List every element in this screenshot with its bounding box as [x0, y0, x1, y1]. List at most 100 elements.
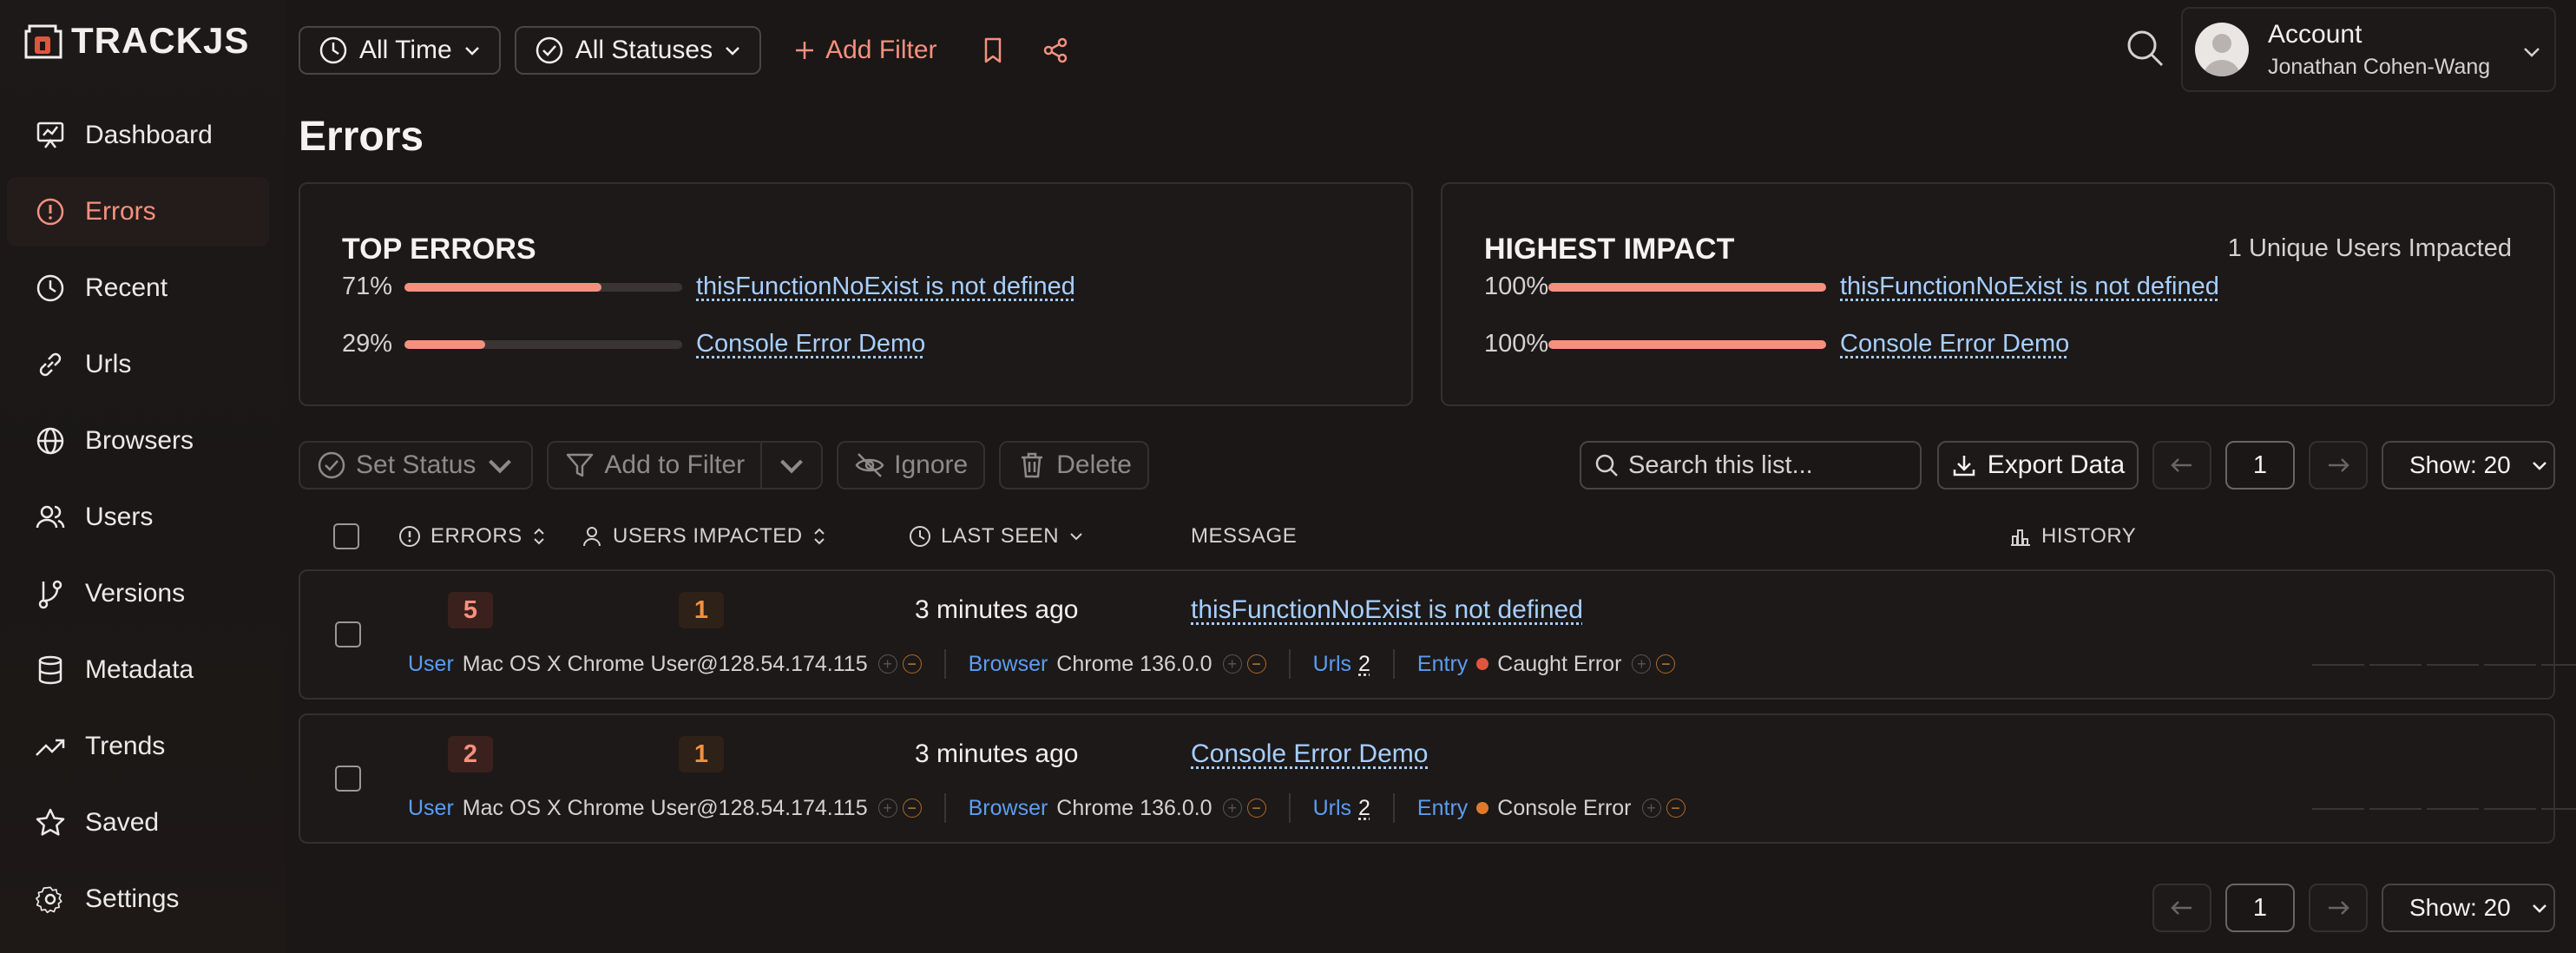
history-sparkline: [2312, 808, 2576, 810]
previous-page-button[interactable]: [2152, 441, 2211, 490]
filter-icon: [567, 453, 594, 477]
alert-circle-icon: [36, 198, 64, 226]
delete-button[interactable]: Delete: [999, 441, 1149, 490]
sort-icon: [533, 528, 544, 545]
next-page-button[interactable]: [2309, 441, 2368, 490]
table-row[interactable]: 2 1 3 minutes ago Console Error Demo Use…: [299, 713, 2576, 844]
exclude-filter-icon[interactable]: −: [1246, 654, 1266, 674]
sidebar-item-label: Versions: [85, 579, 186, 608]
page-number-input[interactable]: 1: [2225, 441, 2295, 490]
highest-impact-card: HIGHEST IMPACT 1 Unique Users Impacted 1…: [1441, 182, 2555, 406]
bulk-action-toolbar: Set Status Add to Filter Ignore Delete: [299, 441, 1149, 490]
include-filter-icon[interactable]: +: [1641, 799, 1661, 818]
bookmark-button[interactable]: [969, 26, 1017, 75]
row-checkbox[interactable]: [335, 766, 361, 792]
browser-key[interactable]: Browser: [969, 652, 1048, 677]
sidebar-item-recent[interactable]: Recent: [7, 253, 269, 323]
error-metadata: User Mac OS X Chrome User@128.54.174.115…: [408, 793, 1686, 823]
trackjs-logo[interactable]: TRACKJS: [21, 19, 249, 62]
urls-count[interactable]: 2: [1358, 796, 1370, 821]
previous-page-button[interactable]: [2152, 884, 2211, 932]
user-icon: [583, 527, 601, 547]
global-search-button[interactable]: [2123, 26, 2168, 71]
page-size-select[interactable]: Show: 20: [2382, 441, 2555, 490]
account-menu[interactable]: Account Jonathan Cohen-Wang: [2181, 7, 2556, 92]
add-to-filter-button[interactable]: Add to Filter: [547, 441, 763, 490]
urls-count[interactable]: 2: [1358, 652, 1370, 677]
page-number-input[interactable]: 1: [2225, 884, 2295, 932]
sidebar-item-trends[interactable]: Trends: [7, 712, 269, 781]
next-page-button[interactable]: [2309, 884, 2368, 932]
impact-bar-fill: [1548, 339, 1826, 349]
top-error-bar: [404, 282, 682, 292]
urls-key[interactable]: Urls: [1313, 652, 1351, 677]
time-filter-dropdown[interactable]: All Time: [299, 26, 501, 75]
add-filter-button[interactable]: Add Filter: [775, 36, 954, 65]
status-filter-label: All Statuses: [575, 36, 713, 64]
sidebar-item-saved[interactable]: Saved: [7, 788, 269, 858]
last-seen-header-label: LAST SEEN: [941, 524, 1060, 548]
user-avatar-icon: [2204, 34, 2240, 76]
browser-key[interactable]: Browser: [969, 796, 1048, 821]
row-checkbox[interactable]: [335, 621, 361, 647]
sort-last-seen-header[interactable]: LAST SEEN: [908, 519, 1085, 554]
urls-key[interactable]: Urls: [1313, 796, 1351, 821]
users-icon: [36, 505, 65, 529]
sidebar-nav: Dashboard Errors Recent Urls Browsers Us…: [7, 101, 269, 941]
sidebar-item-urls[interactable]: Urls: [7, 330, 269, 399]
impact-link[interactable]: Console Error Demo: [1840, 330, 2069, 358]
search-list-input[interactable]: Search this list...: [1580, 441, 1922, 490]
table-row[interactable]: 5 1 3 minutes ago thisFunctionNoExist is…: [299, 569, 2576, 700]
export-data-button[interactable]: Export Data: [1937, 441, 2139, 490]
top-error-percent: 71%: [342, 273, 393, 300]
top-error-percent: 29%: [342, 330, 393, 358]
sort-errors-header[interactable]: ERRORS: [398, 519, 547, 554]
sidebar-item-label: Urls: [85, 350, 132, 378]
include-filter-icon[interactable]: +: [1222, 654, 1242, 674]
impact-link[interactable]: thisFunctionNoExist is not defined: [1840, 273, 2219, 301]
exclude-filter-icon[interactable]: −: [1656, 654, 1676, 674]
error-message-link[interactable]: thisFunctionNoExist is not defined: [1191, 595, 1583, 625]
status-filter-dropdown[interactable]: All Statuses: [514, 26, 762, 75]
top-error-link[interactable]: Console Error Demo: [696, 330, 925, 358]
sidebar-item-browsers[interactable]: Browsers: [7, 406, 269, 476]
top-error-link[interactable]: thisFunctionNoExist is not defined: [696, 273, 1075, 301]
entry-value: Caught Error: [1497, 651, 1622, 676]
page-size-select[interactable]: Show: 20: [2382, 884, 2555, 932]
error-message-link[interactable]: Console Error Demo: [1191, 739, 1428, 769]
include-filter-icon[interactable]: +: [1222, 799, 1242, 818]
impact-percent: 100%: [1484, 273, 1549, 300]
top-error-bar-fill: [404, 282, 602, 292]
exclude-filter-icon[interactable]: −: [1666, 799, 1686, 818]
sidebar: TRACKJS Dashboard Errors Recent Urls Bro…: [0, 0, 286, 953]
logo-text: TRACKJS: [71, 20, 250, 61]
exclude-filter-icon[interactable]: −: [902, 654, 922, 674]
user-key[interactable]: User: [408, 796, 454, 821]
filter-bar: All Time All Statuses Add Filter: [299, 26, 1080, 75]
entry-key[interactable]: Entry: [1417, 796, 1468, 821]
ignore-button[interactable]: Ignore: [837, 441, 986, 490]
share-button[interactable]: [1031, 26, 1080, 75]
sidebar-item-settings[interactable]: Settings: [7, 864, 269, 934]
exclude-filter-icon[interactable]: −: [902, 799, 922, 818]
user-key[interactable]: User: [408, 652, 454, 677]
sidebar-item-versions[interactable]: Versions: [7, 559, 269, 628]
sidebar-item-metadata[interactable]: Metadata: [7, 635, 269, 705]
impact-bar: [1548, 282, 1826, 292]
sort-users-header[interactable]: USERS IMPACTED: [580, 519, 827, 554]
gear-icon: [36, 886, 62, 914]
users-count-badge: 1: [679, 736, 724, 772]
sidebar-item-users[interactable]: Users: [7, 483, 269, 552]
exclude-filter-icon[interactable]: −: [1246, 799, 1266, 818]
set-status-button[interactable]: Set Status: [299, 441, 534, 490]
select-all-checkbox[interactable]: [333, 519, 359, 554]
dashboard-icon: [36, 122, 64, 148]
entry-key[interactable]: Entry: [1417, 652, 1468, 677]
share-icon: [1043, 37, 1067, 63]
include-filter-icon[interactable]: +: [877, 654, 897, 674]
sidebar-item-dashboard[interactable]: Dashboard: [7, 101, 269, 170]
include-filter-icon[interactable]: +: [1632, 654, 1652, 674]
add-to-filter-menu-button[interactable]: [762, 441, 824, 490]
include-filter-icon[interactable]: +: [877, 799, 897, 818]
sidebar-item-errors[interactable]: Errors: [7, 177, 269, 246]
